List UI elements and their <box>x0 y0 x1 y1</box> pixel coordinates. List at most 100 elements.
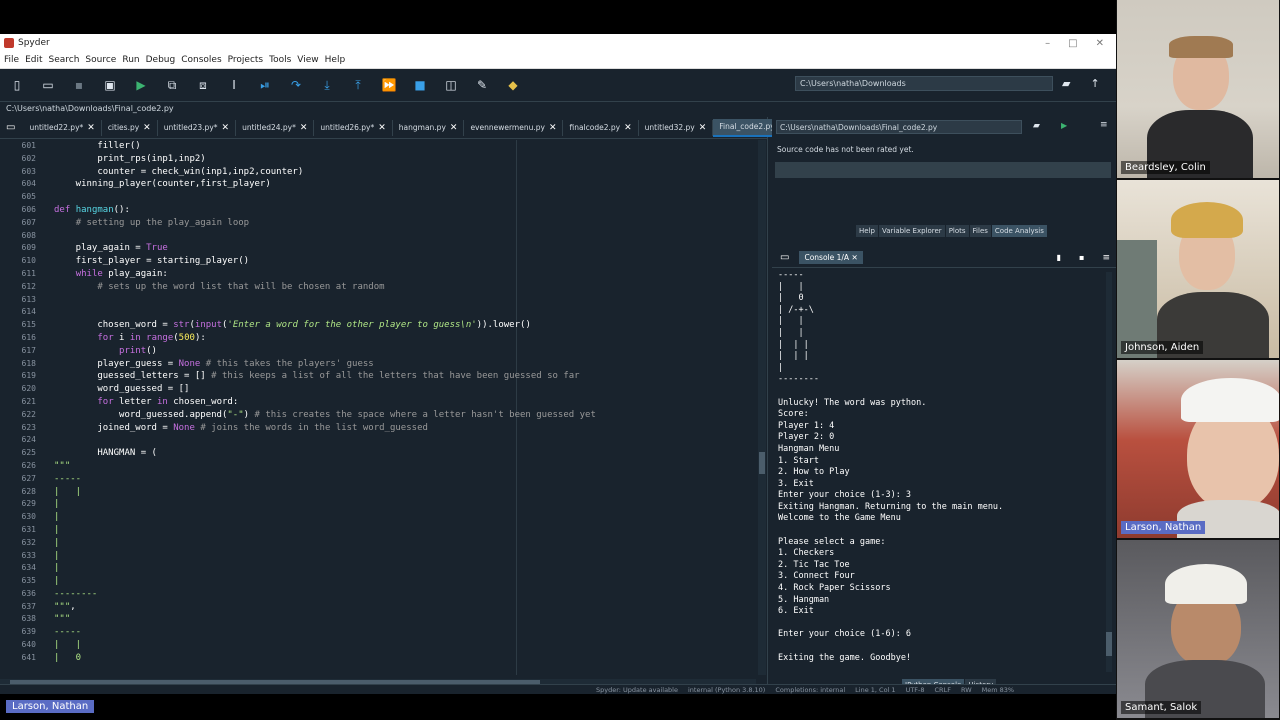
console-line: Welcome to the Game Menu <box>778 513 901 524</box>
editor-vertical-scrollbar[interactable] <box>758 140 766 675</box>
console-line: | | <box>778 281 804 292</box>
analysis-open-icon[interactable]: ▰ <box>1033 121 1040 131</box>
editor-tab[interactable]: untitled26.py* ✕ <box>314 119 393 136</box>
menu-consoles[interactable]: Consoles <box>181 55 221 65</box>
editor-tab[interactable]: untitled24.py* ✕ <box>236 119 315 136</box>
new-file-icon[interactable]: ▯ <box>8 76 26 94</box>
menu-run[interactable]: Run <box>122 55 139 65</box>
line-number: 624 <box>21 435 36 445</box>
step-icon[interactable]: ↷ <box>287 76 305 94</box>
tab-code-analysis[interactable]: Code Analysis <box>991 225 1048 237</box>
step-into-icon[interactable]: ⤓ <box>318 76 336 94</box>
run-icon[interactable]: ▶ <box>132 76 150 94</box>
code-text: | | <box>54 640 82 651</box>
tab-plots[interactable]: Plots <box>945 225 970 237</box>
close-tab-icon[interactable]: ✕ <box>699 123 707 133</box>
close-tab-icon[interactable]: ✕ <box>87 123 95 133</box>
console-line: 1. Start <box>778 455 819 466</box>
participant-tile[interactable]: Beardsley, Colin <box>1117 0 1279 178</box>
continue-icon[interactable]: ⏩ <box>380 76 398 94</box>
code-editor[interactable]: 601 filler() 602 print_rps(inp1,inp2) 603 … <box>0 140 756 675</box>
menu-search[interactable]: Search <box>49 55 80 65</box>
tab-variable-explorer[interactable]: Variable Explorer <box>878 225 946 237</box>
menu-help[interactable]: Help <box>325 55 346 65</box>
close-tab-icon[interactable]: ✕ <box>450 123 458 133</box>
editor-tab[interactable]: untitled22.py* ✕ <box>23 119 102 136</box>
run-cell-advance-icon[interactable]: ⧈ <box>194 76 212 94</box>
minimize-icon[interactable]: – <box>1045 38 1050 49</box>
code-line: 632 | <box>0 537 756 550</box>
maximize-pane-icon[interactable]: ◫ <box>442 76 460 94</box>
menu-view[interactable]: View <box>297 55 318 65</box>
browse-folder-icon[interactable]: ▰ <box>1062 77 1070 90</box>
editor-tab[interactable]: evennewermenu.py ✕ <box>464 119 564 136</box>
line-number: 606 <box>21 204 36 214</box>
console-line: 6. Exit <box>778 606 814 617</box>
editor-tab[interactable]: finalcode2.py ✕ <box>563 119 639 136</box>
status-bar: Spyder: Update available internal (Python… <box>0 684 1116 694</box>
console-tab[interactable]: Console 1/A ✕ <box>799 251 863 264</box>
console-tab-label: Console 1/A <box>804 253 850 262</box>
close-icon[interactable]: ✕ <box>1096 38 1104 49</box>
menu-edit[interactable]: Edit <box>25 55 42 65</box>
close-tab-icon[interactable]: ✕ <box>378 123 386 133</box>
code-line: 624 <box>0 434 756 447</box>
tab-files[interactable]: Files <box>969 225 992 237</box>
close-tab-icon[interactable]: ✕ <box>222 123 230 133</box>
participant-name: Larson, Nathan <box>1121 521 1206 534</box>
console-output[interactable]: ----- | | | 0 | /-+-\ | | | | | | | | | | | -----… <box>778 270 1106 675</box>
close-tab-icon[interactable]: ✕ <box>300 123 308 133</box>
close-tab-icon[interactable]: ✕ <box>624 123 632 133</box>
close-console-icon[interactable]: ✕ <box>851 253 857 262</box>
code-text: ----- <box>54 627 82 638</box>
menu-debug[interactable]: Debug <box>146 55 176 65</box>
code-text: guessed_letters = [] # this keeps a list… <box>54 371 580 382</box>
python-path-icon[interactable]: ◆ <box>504 76 522 94</box>
menu-source[interactable]: Source <box>85 55 116 65</box>
code-line: 640 | | <box>0 639 756 652</box>
open-file-icon[interactable]: ▭ <box>39 76 57 94</box>
analysis-file-select[interactable]: C:\Users\natha\Downloads\Final_code2.py <box>776 120 1022 134</box>
close-tab-icon[interactable]: ✕ <box>143 123 151 133</box>
code-text: word_guessed = [] <box>54 384 190 395</box>
save-icon[interactable]: ▪ <box>70 76 88 94</box>
editor-tab[interactable]: cities.py ✕ <box>102 119 158 136</box>
close-tab-icon[interactable]: ✕ <box>549 123 557 133</box>
menu-file[interactable]: File <box>4 55 19 65</box>
console-line: | | <box>778 327 804 338</box>
parent-directory-icon[interactable]: ↑ <box>1090 77 1099 90</box>
maximize-icon[interactable]: □ <box>1068 38 1077 49</box>
save-all-icon[interactable]: ▣ <box>101 76 119 94</box>
preferences-wrench-icon[interactable]: ✎ <box>473 76 491 94</box>
tab-help[interactable]: Help <box>856 225 879 237</box>
console-browse-icon[interactable]: ▭ <box>780 252 789 263</box>
browse-tabs-icon[interactable]: ▭ <box>6 122 15 133</box>
step-return-icon[interactable]: ⤒ <box>349 76 367 94</box>
run-cell-icon[interactable]: ⧉ <box>163 76 181 94</box>
code-line: 626 """ <box>0 460 756 473</box>
participant-tile[interactable]: Larson, Nathan <box>1117 360 1279 538</box>
console-stop-icon[interactable]: ▮ <box>1057 253 1061 262</box>
run-selection-icon[interactable]: I <box>225 76 243 94</box>
code-text: player_guess = None # this takes the pla… <box>54 358 374 369</box>
participant-tile[interactable]: Samant, Salok <box>1117 540 1279 718</box>
debug-icon[interactable]: ⏯ <box>256 76 274 94</box>
participant-tile[interactable]: Johnson, Aiden <box>1117 180 1279 358</box>
stop-icon[interactable]: ■ <box>411 76 429 94</box>
console-options-icon[interactable]: ▪ <box>1079 253 1084 262</box>
console-menu-icon[interactable]: ≡ <box>1102 253 1110 263</box>
analysis-run-icon[interactable]: ▶ <box>1061 121 1067 130</box>
menu-projects[interactable]: Projects <box>228 55 263 65</box>
console-scrollbar[interactable] <box>1106 272 1112 672</box>
line-number: 627 <box>21 473 36 483</box>
analysis-menu-icon[interactable]: ≡ <box>1100 120 1108 130</box>
editor-tab[interactable]: untitled32.py ✕ <box>639 119 714 136</box>
code-line: 601 filler() <box>0 140 756 153</box>
editor-tab[interactable]: untitled23.py* ✕ <box>158 119 237 136</box>
code-line: 615 chosen_word = str(input('Enter a wor… <box>0 319 756 332</box>
editor-tab[interactable]: hangman.py ✕ <box>393 119 465 136</box>
menu-tools[interactable]: Tools <box>269 55 291 65</box>
code-text: HANGMAN = ( <box>54 448 157 459</box>
working-directory-field[interactable]: C:\Users\natha\Downloads <box>795 76 1053 91</box>
